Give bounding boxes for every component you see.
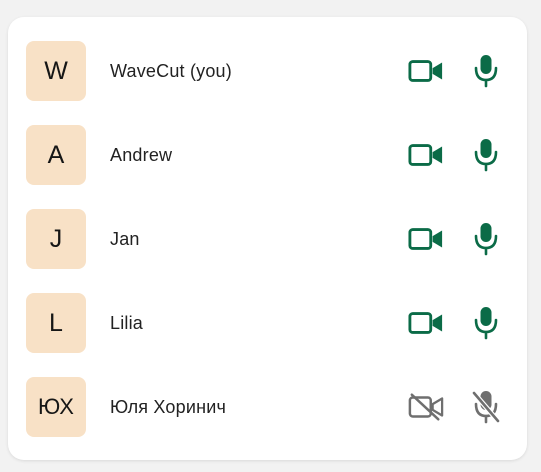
microphone-toggle-button[interactable]	[468, 305, 504, 341]
microphone-toggle-button[interactable]	[468, 221, 504, 257]
participant-row: J Jan	[8, 209, 527, 269]
avatar: ЮХ	[26, 377, 86, 437]
video-camera-icon	[408, 312, 443, 334]
microphone-icon	[474, 139, 498, 172]
participant-name: Юля Хоринич	[110, 397, 227, 417]
avatar: L	[26, 293, 86, 353]
participants-panel: W WaveCut (you) A Andrew J Jan L Lilia Ю…	[8, 17, 527, 460]
participant-name: WaveCut (you)	[110, 61, 232, 81]
avatar: W	[26, 41, 86, 101]
participant-name: Jan	[110, 229, 140, 249]
microphone-off-icon	[471, 390, 501, 424]
camera-toggle-button[interactable]	[408, 137, 444, 173]
video-camera-icon	[408, 144, 443, 166]
camera-toggle-button[interactable]	[408, 221, 444, 257]
video-camera-icon	[408, 60, 443, 82]
participant-row: ЮХ Юля Хоринич	[8, 377, 527, 437]
avatar: J	[26, 209, 86, 269]
avatar: A	[26, 125, 86, 185]
camera-toggle-button[interactable]	[408, 389, 444, 425]
participant-row: L Lilia	[8, 293, 527, 353]
microphone-icon	[474, 223, 498, 256]
microphone-toggle-button[interactable]	[468, 53, 504, 89]
camera-toggle-button[interactable]	[408, 305, 444, 341]
camera-toggle-button[interactable]	[408, 53, 444, 89]
microphone-icon	[474, 307, 498, 340]
participant-name: Lilia	[110, 313, 144, 333]
participant-name: Andrew	[110, 145, 173, 165]
microphone-toggle-button[interactable]	[468, 389, 504, 425]
video-camera-off-icon	[408, 393, 444, 421]
microphone-toggle-button[interactable]	[468, 137, 504, 173]
video-camera-icon	[408, 228, 443, 250]
microphone-icon	[474, 55, 498, 88]
participant-row: W WaveCut (you)	[8, 41, 527, 101]
participant-row: A Andrew	[8, 125, 527, 185]
